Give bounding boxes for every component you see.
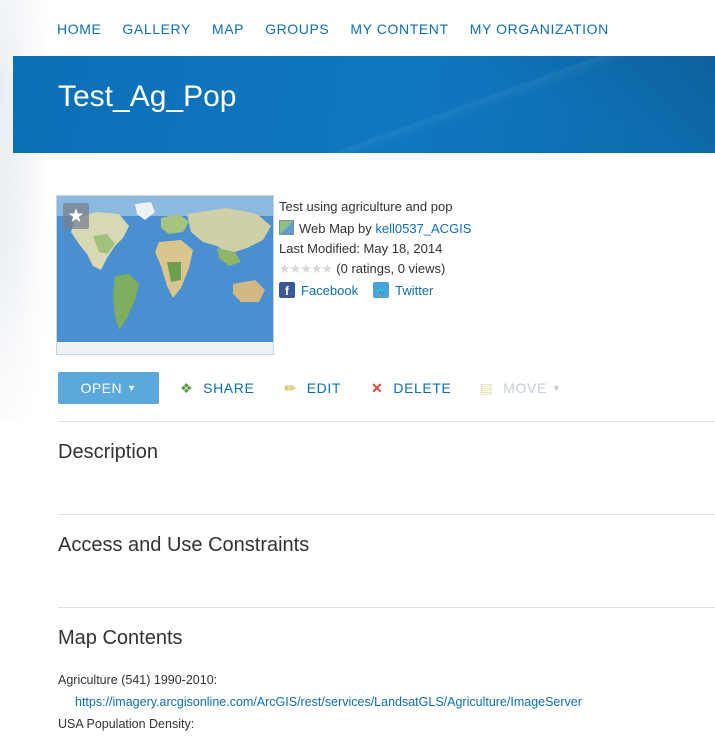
rating-stars[interactable]: ★★★★★ [279,261,333,276]
divider [58,421,715,422]
share-button[interactable]: ❖ SHARE [180,380,254,397]
divider [58,607,715,608]
edit-button[interactable]: ✏ EDIT [284,380,341,397]
item-summary: Test using agriculture and pop Web Map b… [279,197,471,298]
nav-my-organization[interactable]: MY ORGANIZATION [470,18,609,40]
share-icon: ❖ [180,379,194,396]
move-button[interactable]: ▤ MOVE ▼ [479,380,561,397]
title-banner: Test_Ag_Pop [13,56,715,153]
item-type-label: Web Map by [299,221,376,236]
map-thumbnail[interactable]: ★ [56,195,274,355]
nav-groups[interactable]: GROUPS [265,18,329,40]
twitter-icon[interactable]: 🐦 [373,282,390,298]
divider [58,514,715,515]
twitter-link[interactable]: Twitter [395,283,433,298]
move-label: MOVE [503,380,547,396]
owner-link[interactable]: kell0537_ACGIS [375,221,471,236]
open-button[interactable]: OPEN ▼ [58,372,159,404]
section-access-heading: Access and Use Constraints [58,534,310,556]
layer-name: USA Population Density: [58,717,195,731]
folder-move-icon: ▤ [479,379,494,396]
nav-home[interactable]: HOME [57,18,101,40]
item-type-row: Web Map by kell0537_ACGIS [279,219,471,239]
delete-button[interactable]: ✕ DELETE [371,380,451,397]
layer-url-link[interactable]: https://imagery.arcgisonline.com/ArcGIS/… [58,691,582,713]
map-contents-list: Agriculture (541) 1990-2010: https://ima… [58,669,582,735]
rating-row: ★★★★★ (0 ratings, 0 views) [279,259,471,279]
facebook-link[interactable]: Facebook [301,283,358,298]
page-title: Test_Ag_Pop [58,80,237,113]
social-links: f Facebook 🐦 Twitter [279,282,471,298]
share-label: SHARE [203,380,255,396]
star-icon[interactable]: ★ [63,203,89,229]
chevron-down-icon: ▼ [551,383,562,393]
item-snippet: Test using agriculture and pop [279,199,453,214]
nav-my-content[interactable]: MY CONTENT [350,18,448,40]
delete-label: DELETE [393,380,452,396]
layer-name: Agriculture (541) 1990-2010: [58,673,218,687]
section-map-contents-heading: Map Contents [58,627,183,649]
x-icon: ✕ [371,379,384,396]
nav-gallery[interactable]: GALLERY [122,18,191,40]
open-button-label: OPEN [80,380,123,396]
edit-label: EDIT [306,380,342,396]
top-navigation: HOME GALLERY MAP GROUPS MY CONTENT MY OR… [57,18,630,40]
chevron-down-icon: ▼ [127,383,137,393]
item-toolbar: OPEN ▼ ❖ SHARE ✏ EDIT ✕ DELETE ▤ MOVE ▼ [58,372,561,404]
ratings-count: (0 ratings, 0 views) [336,261,446,276]
facebook-icon[interactable]: f [279,282,295,298]
section-description-heading: Description [58,441,159,463]
last-modified: Last Modified: May 18, 2014 [279,241,443,256]
web-map-icon [279,220,294,235]
world-map-image [57,196,273,354]
nav-map[interactable]: MAP [212,18,244,40]
pencil-icon: ✏ [284,379,297,396]
